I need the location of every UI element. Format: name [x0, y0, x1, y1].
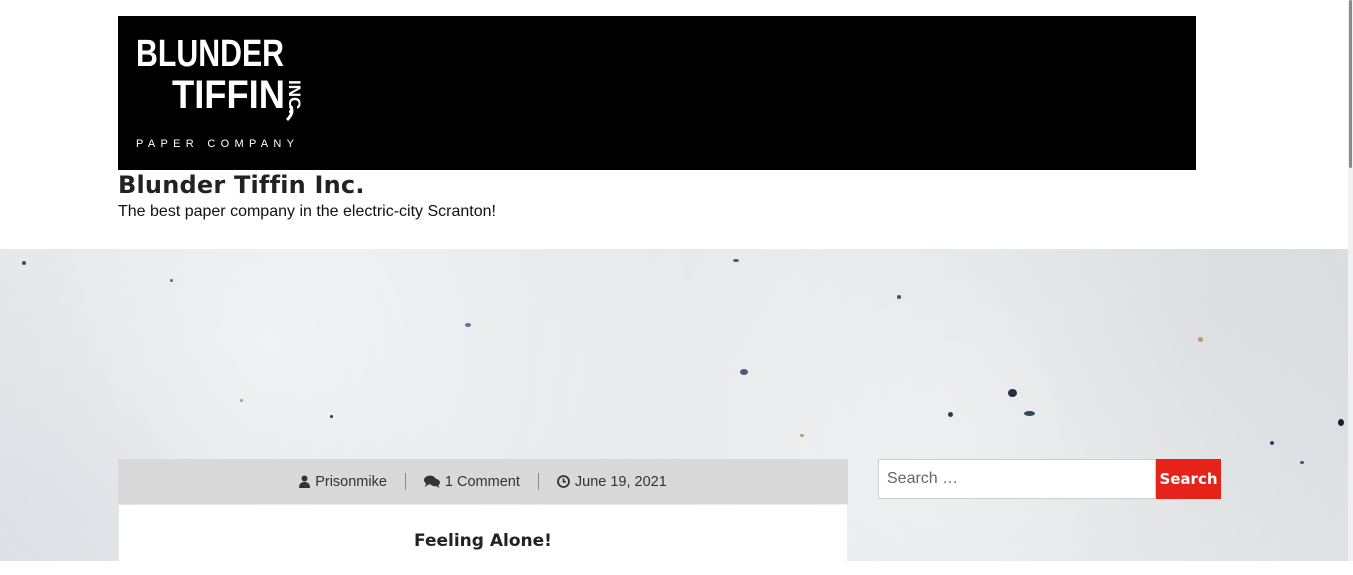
post-body: Feeling Alone!	[119, 505, 847, 575]
site-title[interactable]: Blunder Tiffin Inc.	[118, 168, 365, 202]
paper-speck	[1024, 411, 1035, 416]
paper-speck	[897, 295, 901, 299]
paper-speck	[240, 399, 243, 402]
search-input[interactable]	[878, 459, 1156, 499]
paper-speck	[1270, 441, 1274, 445]
user-icon	[299, 475, 311, 488]
search-button[interactable]: Search	[1156, 459, 1221, 499]
comments-icon	[423, 475, 440, 488]
paper-speck	[170, 279, 173, 282]
post-meta: Prisonmike 1 Comment June 19, 2021	[118, 459, 848, 504]
paper-speck	[330, 415, 333, 418]
clock-icon	[556, 475, 570, 488]
paper-speck	[1008, 389, 1017, 397]
search-widget: Search	[878, 459, 1221, 499]
paper-speck	[1338, 419, 1344, 426]
post-date-text[interactable]: June 19, 2021	[575, 474, 667, 490]
page-scrollbar[interactable]	[1348, 0, 1353, 561]
logo-suffix: INC.	[285, 80, 304, 114]
blog-post: Prisonmike 1 Comment June 19, 2021 Feeli…	[118, 459, 848, 575]
scrollbar-thumb[interactable]	[1349, 0, 1352, 168]
post-author[interactable]: Prisonmike	[281, 474, 405, 490]
post-comments[interactable]: 1 Comment	[406, 474, 538, 490]
paper-speck	[22, 261, 26, 265]
post-author-name[interactable]: Prisonmike	[315, 474, 387, 490]
paper-speck	[948, 412, 953, 417]
site-description: The best paper company in the electric-c…	[118, 203, 496, 220]
post-date[interactable]: June 19, 2021	[539, 474, 685, 490]
logo-tagline: PAPER COMPANY	[136, 138, 295, 150]
paper-speck	[740, 369, 748, 375]
paper-speck	[1198, 337, 1203, 342]
site-header: BLUNDER TIFFIN INC. PAPER COMPANY Blunde…	[0, 0, 1353, 249]
post-title[interactable]: Feeling Alone!	[119, 531, 847, 551]
company-logo[interactable]: BLUNDER TIFFIN INC. PAPER COMPANY	[134, 32, 309, 152]
header-banner: BLUNDER TIFFIN INC. PAPER COMPANY	[118, 16, 1196, 170]
paper-speck	[465, 323, 471, 327]
paper-speck	[733, 259, 739, 262]
paper-speck	[1300, 461, 1304, 464]
logo-line-1: BLUNDER	[136, 33, 284, 75]
logo-line-2: TIFFIN	[172, 73, 285, 117]
post-comments-count[interactable]: 1 Comment	[445, 474, 520, 490]
paper-speck	[800, 434, 804, 437]
